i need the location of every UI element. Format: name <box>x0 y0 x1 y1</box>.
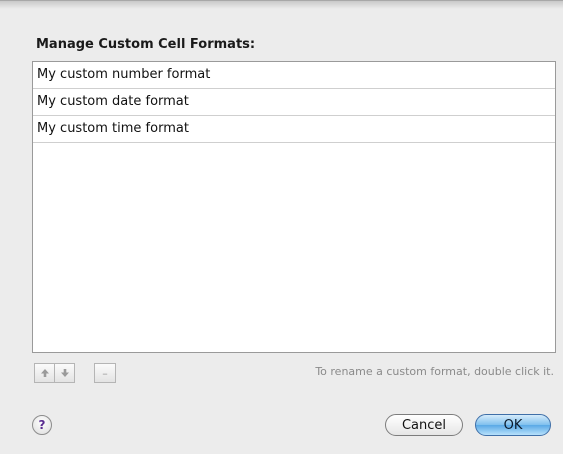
arrow-up-icon <box>40 369 49 377</box>
remove-format-button[interactable]: – <box>94 363 116 383</box>
help-button[interactable]: ? <box>32 415 52 435</box>
arrow-down-icon <box>60 369 69 377</box>
list-item[interactable]: My custom time format <box>33 116 555 143</box>
list-item[interactable]: My custom number format <box>33 62 555 89</box>
move-down-button[interactable] <box>54 363 75 383</box>
ok-button[interactable]: OK <box>475 414 551 436</box>
minus-icon: – <box>102 366 108 380</box>
manage-formats-sheet: Manage Custom Cell Formats: My custom nu… <box>0 0 563 454</box>
cancel-button[interactable]: Cancel <box>385 414 463 436</box>
dialog-title: Manage Custom Cell Formats: <box>36 37 256 52</box>
question-mark-icon: ? <box>38 418 46 432</box>
move-up-button[interactable] <box>34 363 54 383</box>
list-item[interactable]: My custom date format <box>33 89 555 116</box>
custom-formats-list[interactable]: My custom number format My custom date f… <box>32 61 556 353</box>
rename-hint: To rename a custom format, double click … <box>315 365 554 378</box>
